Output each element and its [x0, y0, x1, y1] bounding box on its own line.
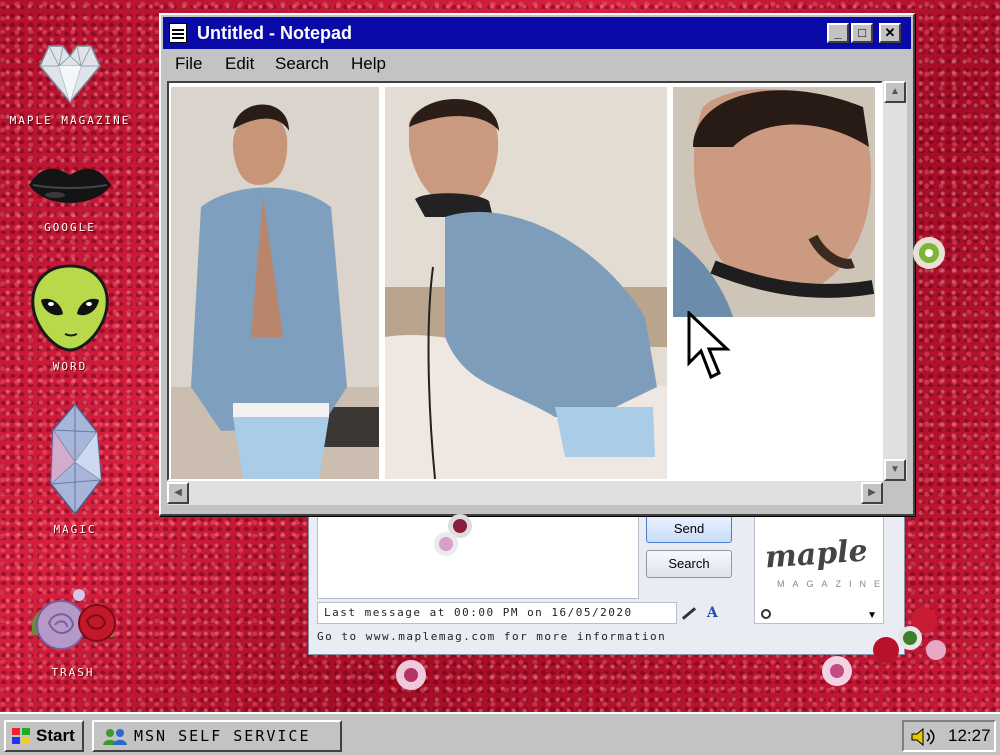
- title-bar[interactable]: Untitled - Notepad _ □ ✕: [163, 17, 911, 49]
- alien-icon: [31, 264, 109, 352]
- desktop-icon-label: GOOGLE: [44, 221, 96, 234]
- volume-icon[interactable]: [910, 727, 938, 747]
- font-button[interactable]: A: [707, 605, 718, 621]
- scroll-right-button[interactable]: ▶: [861, 482, 883, 504]
- scroll-up-button[interactable]: ▲: [884, 81, 906, 103]
- photo-3: [673, 87, 875, 317]
- disc-icon: [913, 237, 945, 269]
- desktop-icon-trash[interactable]: TRASH: [8, 585, 138, 679]
- display-logo: maple: [763, 533, 869, 576]
- disc-icon: [396, 660, 426, 690]
- msn-buddies-icon: [103, 729, 127, 745]
- roses-icon: [31, 589, 116, 650]
- photo-1: [171, 87, 379, 479]
- window-title: Untitled - Notepad: [197, 23, 352, 43]
- crystal-icon: [50, 402, 102, 516]
- menu-edit[interactable]: Edit: [225, 54, 254, 74]
- windows-logo-icon: [12, 728, 30, 744]
- maximize-button[interactable]: □: [851, 23, 873, 43]
- diamond-heart-icon: [39, 45, 101, 104]
- notepad-window: Untitled - Notepad _ □ ✕ File Edit Searc…: [159, 13, 915, 516]
- search-button[interactable]: Search: [646, 550, 732, 578]
- vertical-scrollbar[interactable]: ▲ ▼: [883, 81, 907, 481]
- pen-icon[interactable]: [681, 607, 697, 620]
- menu-search[interactable]: Search: [275, 54, 329, 74]
- taskbar: Start MSN SELF SERVICE 12:27: [0, 712, 1000, 755]
- mouse-cursor-icon: [687, 311, 731, 380]
- menu-file[interactable]: File: [175, 54, 202, 74]
- clock: 12:27: [948, 726, 991, 745]
- desktop-icon-word[interactable]: WORD: [5, 262, 135, 373]
- start-button[interactable]: Start: [4, 720, 84, 752]
- menu-help[interactable]: Help: [351, 54, 386, 74]
- horizontal-scrollbar[interactable]: ◀ ▶: [167, 481, 883, 505]
- disc-icon: [434, 514, 472, 556]
- chat-input-area[interactable]: [317, 514, 639, 599]
- user-icon: [761, 609, 771, 619]
- disc-icon: [822, 656, 852, 686]
- display-subtitle: MAGAZINE: [777, 579, 884, 589]
- scroll-left-button[interactable]: ◀: [167, 482, 189, 504]
- last-message-status: Last message at 00:00 PM on 16/05/2020: [317, 602, 677, 624]
- desktop-icon-label: MAPLE MAGAZINE: [9, 114, 131, 127]
- display-picture[interactable]: maple MAGAZINE ▼: [754, 514, 884, 624]
- desktop-icon-google[interactable]: GOOGLE: [5, 155, 135, 234]
- start-label: Start: [36, 726, 75, 745]
- desktop-icon-maple-magazine[interactable]: MAPLE MAGAZINE: [5, 38, 135, 127]
- send-button[interactable]: Send: [646, 515, 732, 543]
- close-button[interactable]: ✕: [879, 23, 901, 43]
- info-line: Go to www.maplemag.com for more informat…: [317, 630, 667, 643]
- document-area[interactable]: [167, 81, 883, 481]
- taskbar-item-msn[interactable]: MSN SELF SERVICE: [92, 720, 342, 752]
- lips-icon: [29, 168, 111, 203]
- desktop-icon-label: WORD: [52, 360, 88, 373]
- notepad-icon: [169, 23, 187, 43]
- system-tray: 12:27: [902, 720, 996, 752]
- photo-2: [385, 87, 667, 479]
- minimize-button[interactable]: _: [827, 23, 849, 43]
- scroll-down-button[interactable]: ▼: [884, 459, 906, 481]
- resize-grip[interactable]: [883, 481, 907, 505]
- desktop-icon-magic[interactable]: MAGIC: [10, 402, 140, 536]
- desktop-icon-label: TRASH: [51, 666, 95, 679]
- format-toolbar: A: [681, 604, 718, 621]
- disc-icon: [873, 607, 946, 663]
- menu-bar: File Edit Search Help: [163, 51, 911, 77]
- msn-window: Send Search Last message at 00:00 PM on …: [308, 505, 905, 655]
- desktop-icon-label: MAGIC: [53, 523, 97, 536]
- task-label: MSN SELF SERVICE: [134, 727, 311, 745]
